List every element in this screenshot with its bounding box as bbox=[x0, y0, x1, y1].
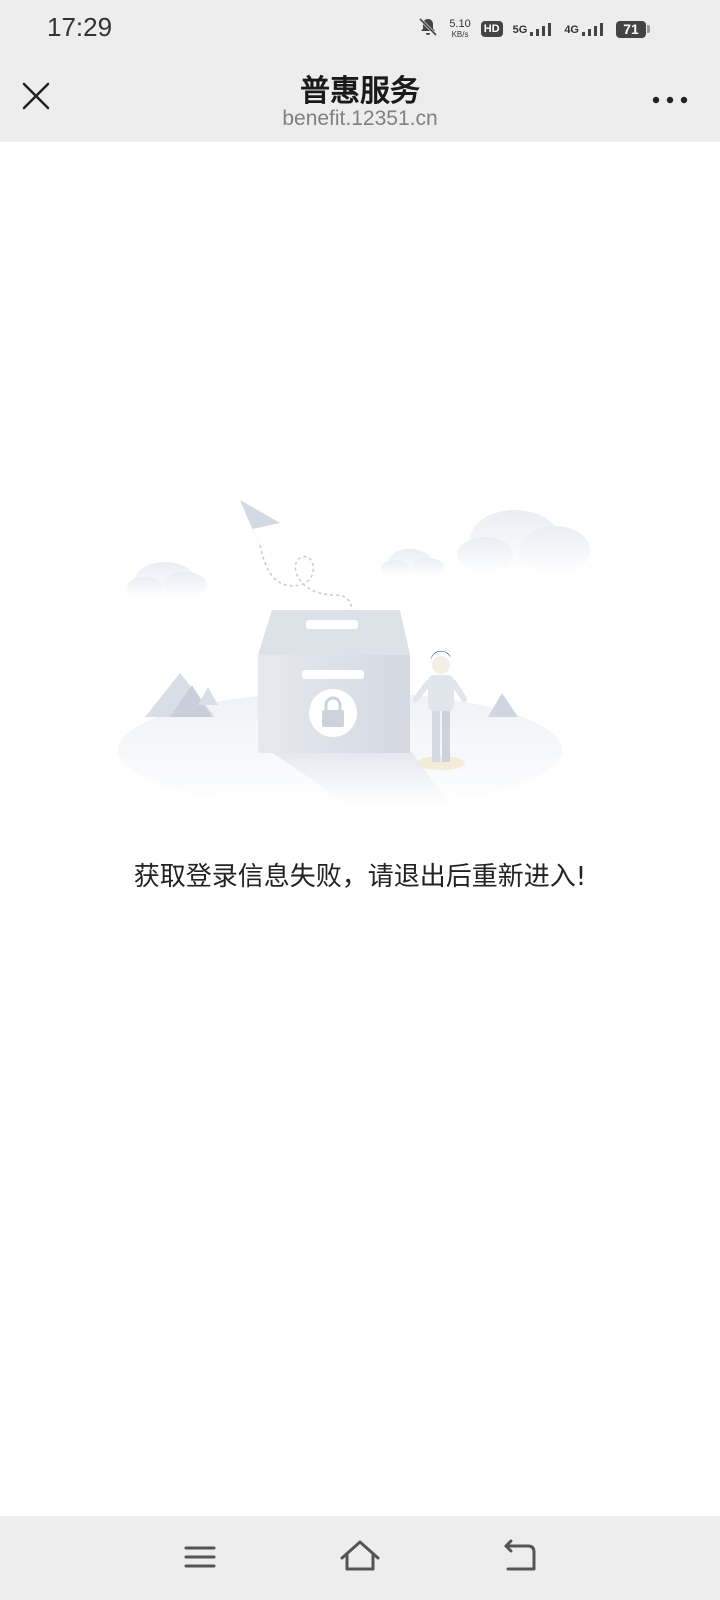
net-speed-value: 5.10 bbox=[449, 18, 471, 30]
net-speed: 5.10 KB/s bbox=[449, 18, 471, 40]
signal-5g-icon: 5G bbox=[513, 22, 555, 36]
net-speed-unit: KB/s bbox=[451, 30, 469, 39]
menu-icon bbox=[184, 1546, 216, 1568]
battery-tip bbox=[647, 25, 650, 33]
error-message: 获取登录信息失败，请退出后重新进入! bbox=[133, 862, 587, 892]
signal-4g-icon: 4G bbox=[564, 22, 606, 36]
battery-level: 71 bbox=[616, 20, 646, 38]
status-bar: 17:29 5.10 KB/s HD 5G 4G 71 bbox=[0, 0, 720, 58]
net-type-5g: 5G bbox=[512, 24, 528, 36]
more-button[interactable] bbox=[648, 80, 692, 120]
locked-box-illustration bbox=[110, 495, 590, 825]
nav-bar: 普惠服务 benefit.12351.cn bbox=[0, 58, 720, 142]
page-url: benefit.12351.cn bbox=[282, 107, 438, 130]
back-button[interactable] bbox=[498, 1536, 542, 1580]
system-nav-bar bbox=[0, 1516, 720, 1600]
battery-icon: 71 bbox=[616, 20, 650, 38]
more-icon bbox=[652, 96, 688, 104]
page-title: 普惠服务 bbox=[300, 74, 420, 109]
hd-icon: HD bbox=[480, 21, 503, 37]
status-icons: 5.10 KB/s HD 5G 4G 71 bbox=[417, 14, 650, 44]
net-type-4g: 4G bbox=[564, 24, 579, 36]
status-time: 17:29 bbox=[47, 12, 113, 42]
home-button[interactable] bbox=[338, 1536, 382, 1580]
menu-button[interactable] bbox=[178, 1536, 222, 1580]
home-icon bbox=[340, 1540, 380, 1571]
back-icon bbox=[504, 1539, 536, 1571]
screen: 17:29 5.10 KB/s HD 5G 4G 71 普惠服务 benefit… bbox=[0, 0, 720, 1600]
bell-off-icon bbox=[417, 16, 439, 42]
